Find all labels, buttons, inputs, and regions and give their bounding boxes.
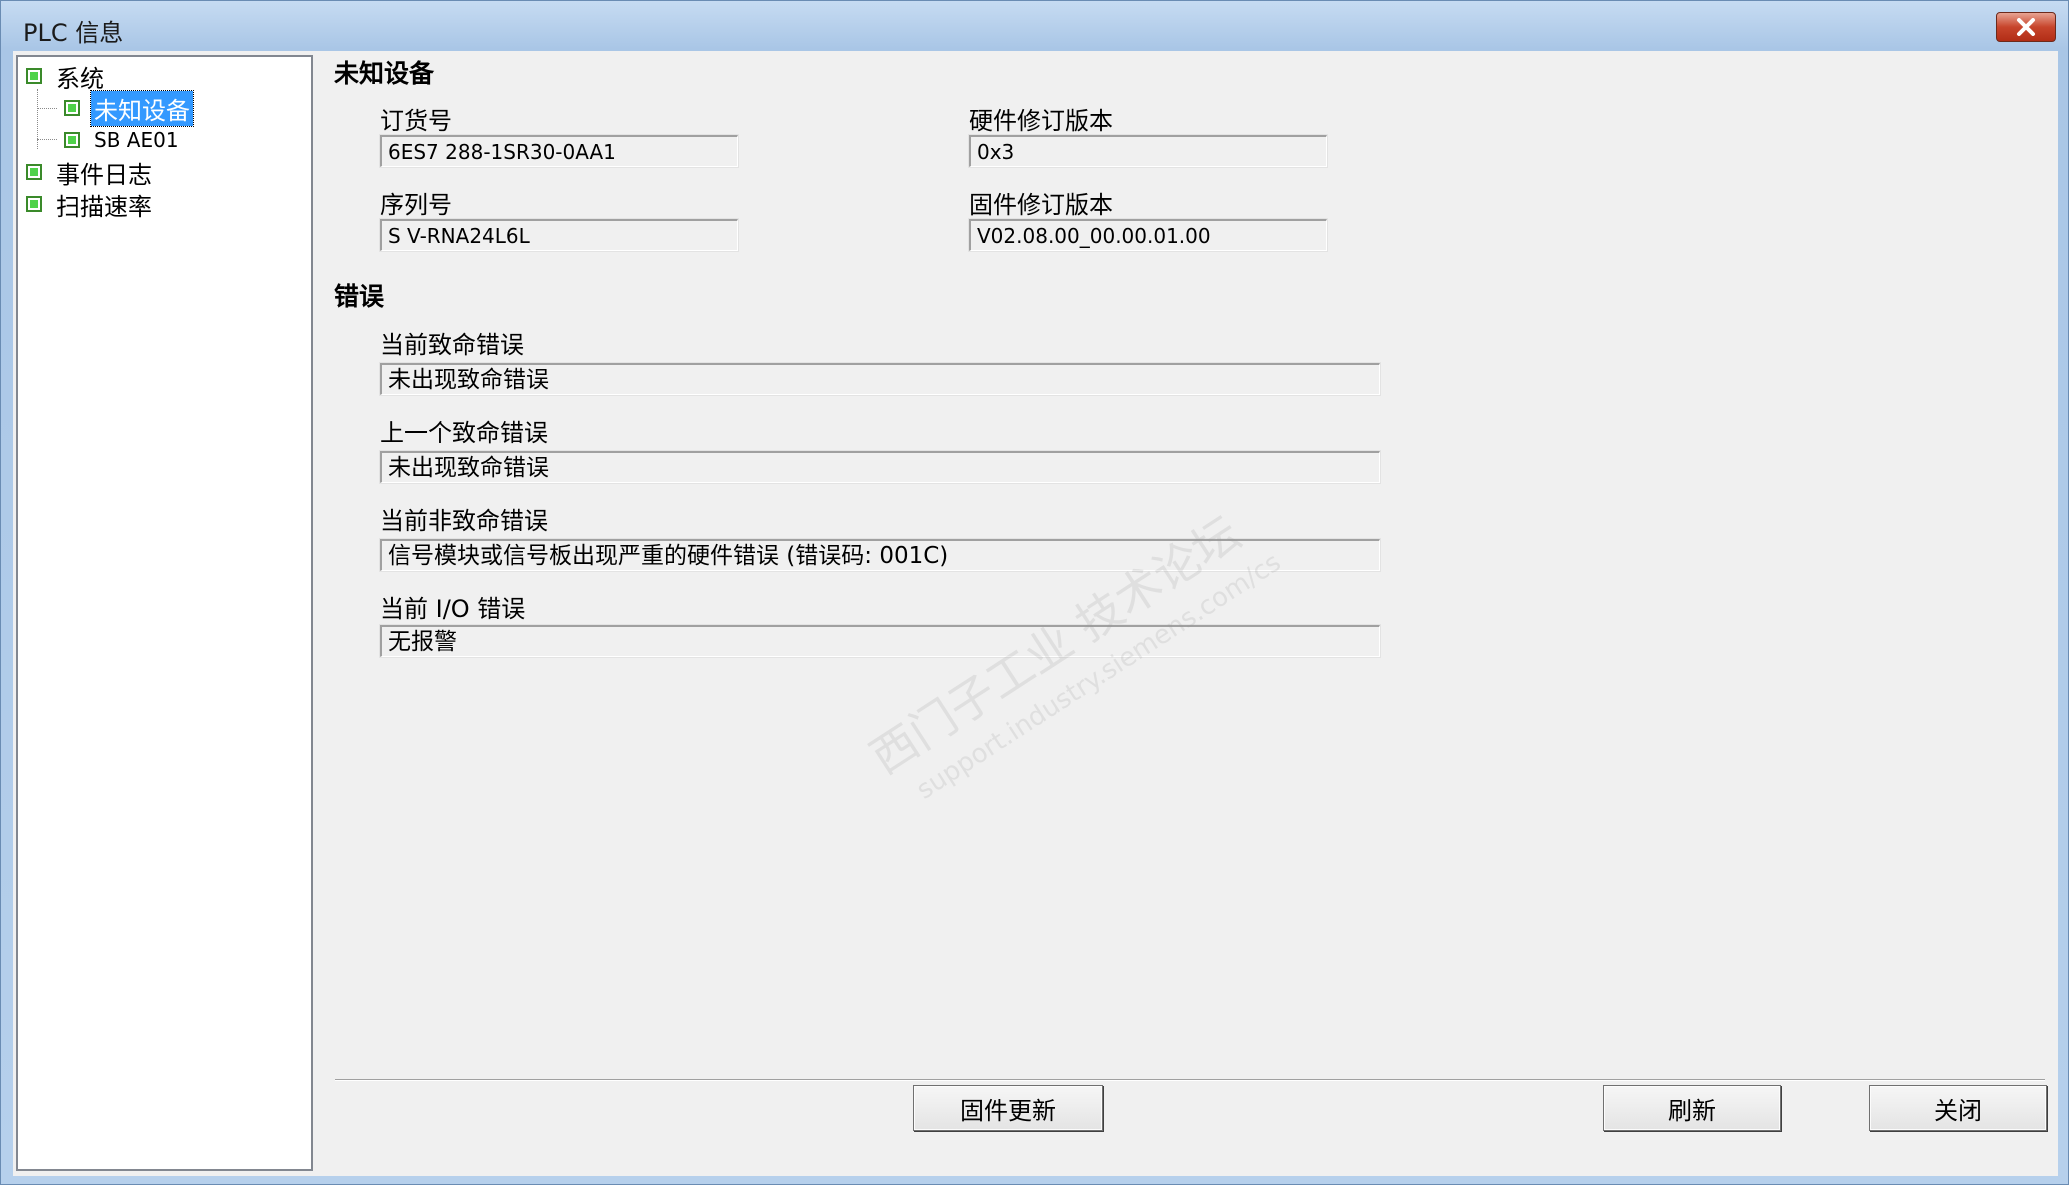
tree-item-sb-ae01[interactable]: SB AE01 (64, 125, 179, 155)
last-fatal-error-field[interactable]: 未出现致命错误 (380, 451, 1380, 483)
tree-connector (37, 108, 57, 109)
serial-number-label: 序列号 (380, 191, 452, 219)
last-fatal-error-label: 上一个致命错误 (380, 419, 548, 447)
tree-node-icon (64, 132, 80, 148)
fw-revision-field[interactable]: V02.08.00_00.00.01.00 (969, 219, 1327, 251)
device-section-title: 未知设备 (334, 59, 435, 88)
tree-item-label: 未知设备 (90, 89, 194, 127)
tree-item-event-log[interactable]: 事件日志 (26, 157, 152, 189)
errors-section-title: 错误 (334, 282, 385, 311)
plc-info-window: PLC 信息 系统 未知设备 SB AE01 事件日志 扫描速率 未知设备 订货… (0, 0, 2069, 1185)
title-bar[interactable]: PLC 信息 (1, 1, 2069, 51)
serial-number-field[interactable]: S V-RNA24L6L (380, 219, 738, 251)
current-fatal-error-label: 当前致命错误 (380, 331, 524, 359)
dialog-client-area: 系统 未知设备 SB AE01 事件日志 扫描速率 未知设备 订货号 6ES7 … (13, 51, 2058, 1176)
tree-node-icon (26, 164, 42, 180)
window-close-button[interactable] (1996, 12, 2056, 42)
order-number-field[interactable]: 6ES7 288-1SR30-0AA1 (380, 135, 738, 167)
tree-item-label: 扫描速率 (56, 192, 152, 221)
order-number-label: 订货号 (380, 107, 452, 135)
tree-item-label: 事件日志 (56, 160, 152, 189)
tree-node-icon (26, 196, 42, 212)
hw-revision-field[interactable]: 0x3 (969, 135, 1327, 167)
watermark-line2: support.industry.siemens.com/cs (911, 547, 1287, 806)
tree-item-system[interactable]: 系统 (26, 61, 104, 93)
window-title: PLC 信息 (23, 19, 124, 47)
tree-item-unknown-device[interactable]: 未知设备 (64, 89, 194, 127)
tree-node-icon (26, 68, 42, 84)
current-io-error-field[interactable]: 无报警 (380, 625, 1380, 657)
navigation-tree: 系统 未知设备 SB AE01 事件日志 扫描速率 (16, 55, 313, 1171)
tree-item-scan-rate[interactable]: 扫描速率 (26, 189, 152, 221)
current-fatal-error-field[interactable]: 未出现致命错误 (380, 363, 1380, 395)
tree-connector (37, 139, 57, 140)
tree-connector (37, 89, 38, 149)
current-io-error-label: 当前 I/O 错误 (380, 595, 526, 623)
bottom-separator (335, 1079, 2045, 1081)
tree-item-label: 系统 (56, 64, 104, 93)
tree-node-icon (64, 100, 80, 116)
close-button[interactable]: 关闭 (1869, 1085, 2047, 1131)
current-nonfatal-error-label: 当前非致命错误 (380, 507, 548, 535)
tree-item-label: SB AE01 (94, 128, 179, 152)
firmware-update-button[interactable]: 固件更新 (913, 1085, 1103, 1131)
fw-revision-label: 固件修订版本 (969, 191, 1113, 219)
current-nonfatal-error-field[interactable]: 信号模块或信号板出现严重的硬件错误 (错误码: 001C) (380, 539, 1380, 571)
hw-revision-label: 硬件修订版本 (969, 107, 1113, 135)
refresh-button[interactable]: 刷新 (1603, 1085, 1781, 1131)
close-icon (2017, 18, 2035, 36)
